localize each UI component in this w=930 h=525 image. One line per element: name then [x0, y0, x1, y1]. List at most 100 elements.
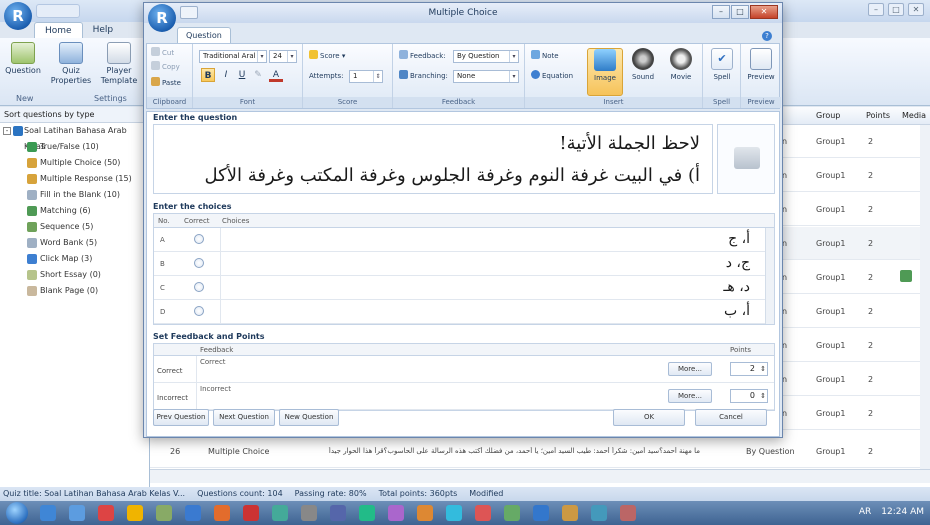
- spin-icon[interactable]: ⇕: [373, 71, 382, 82]
- minimize-icon[interactable]: –: [712, 5, 730, 19]
- more-button[interactable]: More...: [668, 389, 712, 403]
- help-icon[interactable]: ?: [762, 31, 772, 41]
- dialog-menu-button[interactable]: R: [148, 4, 176, 32]
- choice-text[interactable]: أ، ج: [728, 231, 750, 247]
- preview-button[interactable]: Preview: [743, 48, 779, 81]
- tree-item[interactable]: Matching (6): [0, 203, 149, 219]
- choices-scrollbar[interactable]: [765, 228, 774, 324]
- taskbar-app-icon[interactable]: [301, 505, 317, 521]
- choice-text[interactable]: أ، ب: [724, 303, 750, 319]
- taskbar-app-icon[interactable]: [591, 505, 607, 521]
- taskbar-app-icon[interactable]: [620, 505, 636, 521]
- minimize-icon[interactable]: –: [868, 3, 884, 16]
- feedback-text-field[interactable]: Incorrect: [200, 385, 231, 393]
- paste-button[interactable]: Paste: [151, 77, 181, 90]
- tree-item[interactable]: Fill in the Blank (10): [0, 187, 149, 203]
- dialog-save-icon[interactable]: [180, 6, 198, 19]
- taskbar-app-icon[interactable]: [388, 505, 404, 521]
- points-stepper[interactable]: 0 ⇕: [730, 389, 768, 403]
- table-row[interactable]: 26 Multiple Choice ما مهنة أحمد؟سيد أمين…: [150, 435, 930, 468]
- choice-row[interactable]: A أ، ج: [154, 228, 774, 252]
- choice-row[interactable]: B ج، د: [154, 252, 774, 276]
- insert-image-button[interactable]: Image: [587, 48, 623, 96]
- tab-home[interactable]: Home: [34, 22, 83, 39]
- cut-button[interactable]: Cut: [151, 47, 174, 60]
- app-menu-button[interactable]: R: [4, 2, 32, 30]
- tree-item[interactable]: Sequence (5): [0, 219, 149, 235]
- quiz-properties-button[interactable]: Quiz Properties: [48, 42, 94, 86]
- close-icon[interactable]: ✕: [908, 3, 924, 16]
- copy-button[interactable]: Copy: [151, 61, 180, 74]
- taskbar-app-icon[interactable]: [272, 505, 288, 521]
- tree-item[interactable]: Multiple Choice (50): [0, 155, 149, 171]
- taskbar-app-icon[interactable]: [562, 505, 578, 521]
- taskbar-app-icon[interactable]: [243, 505, 259, 521]
- ok-button[interactable]: OK: [613, 409, 685, 426]
- tree-item[interactable]: Word Bank (5): [0, 235, 149, 251]
- col-points[interactable]: Points: [866, 111, 890, 120]
- new-question-button[interactable]: Question: [0, 42, 46, 76]
- taskbar-app-icon[interactable]: [156, 505, 172, 521]
- tree-item[interactable]: Short Essay (0): [0, 267, 149, 283]
- branching-select[interactable]: None ▾: [453, 70, 519, 83]
- question-editor[interactable]: لاحظ الجملة الأتية! أ) في البيت غرفة الن…: [153, 124, 713, 194]
- correct-radio[interactable]: [194, 258, 204, 268]
- highlight-icon[interactable]: ✎: [251, 68, 265, 82]
- score-button[interactable]: Score ▾: [309, 50, 345, 63]
- taskbar-app-icon[interactable]: [359, 505, 375, 521]
- taskbar-app-icon[interactable]: [475, 505, 491, 521]
- attempts-stepper[interactable]: 1 ⇕: [349, 70, 383, 83]
- points-stepper[interactable]: 2 ⇕: [730, 362, 768, 376]
- maximize-icon[interactable]: □: [888, 3, 904, 16]
- font-size-select[interactable]: 24 ▾: [269, 50, 297, 63]
- font-family-select[interactable]: Traditional Aral ▾: [199, 50, 267, 63]
- choice-text[interactable]: د، هـ: [723, 279, 750, 295]
- grid-vertical-scrollbar[interactable]: [920, 125, 930, 469]
- more-button[interactable]: More...: [668, 362, 712, 376]
- player-template-button[interactable]: Player Template: [96, 42, 142, 86]
- choice-row[interactable]: C د، هـ: [154, 276, 774, 300]
- quick-access-toolbar[interactable]: [36, 4, 80, 18]
- grid-horizontal-scrollbar[interactable]: [150, 469, 930, 483]
- equation-button[interactable]: Equation: [531, 70, 573, 83]
- tree-root[interactable]: - Soal Latihan Bahasa Arab Kelas: [0, 123, 149, 151]
- clock[interactable]: 12:24 AM: [881, 507, 924, 517]
- col-group[interactable]: Group: [816, 111, 840, 120]
- spell-button[interactable]: ✔ Spell: [704, 48, 740, 81]
- media-placeholder[interactable]: [717, 124, 775, 194]
- taskbar-app-icon[interactable]: [504, 505, 520, 521]
- tree-item[interactable]: Multiple Response (15): [0, 171, 149, 187]
- tree-item[interactable]: Blank Page (0): [0, 283, 149, 299]
- insert-sound-button[interactable]: Sound: [625, 48, 661, 81]
- col-media[interactable]: Media: [902, 111, 926, 120]
- prev-question-button[interactable]: Prev Question: [153, 409, 209, 426]
- taskbar-app-icon[interactable]: [40, 505, 56, 521]
- spin-icon[interactable]: ⇕: [760, 363, 766, 375]
- italic-button[interactable]: I: [219, 68, 233, 82]
- insert-movie-button[interactable]: Movie: [663, 48, 699, 81]
- taskbar-app-icon[interactable]: [185, 505, 201, 521]
- tab-help[interactable]: Help: [83, 22, 124, 39]
- taskbar-app-icon[interactable]: [533, 505, 549, 521]
- start-button[interactable]: [6, 502, 28, 524]
- taskbar-app-icon[interactable]: [214, 505, 230, 521]
- choice-text[interactable]: ج، د: [726, 255, 750, 271]
- maximize-icon[interactable]: □: [731, 5, 749, 19]
- feedback-text-field[interactable]: Correct: [200, 358, 226, 366]
- taskbar-app-icon[interactable]: [98, 505, 114, 521]
- correct-radio[interactable]: [194, 306, 204, 316]
- correct-radio[interactable]: [194, 234, 204, 244]
- bold-button[interactable]: B: [201, 68, 215, 82]
- tree-item[interactable]: True/False (10): [0, 139, 149, 155]
- taskbar-app-icon[interactable]: [127, 505, 143, 521]
- next-question-button[interactable]: Next Question: [213, 409, 275, 426]
- feedback-select[interactable]: By Question ▾: [453, 50, 519, 63]
- font-color-icon[interactable]: A: [269, 68, 283, 82]
- taskbar-app-icon[interactable]: [446, 505, 462, 521]
- note-button[interactable]: Note: [531, 50, 559, 63]
- choice-row[interactable]: D أ، ب: [154, 300, 774, 324]
- underline-button[interactable]: U: [235, 68, 249, 82]
- new-question-button[interactable]: New Question: [279, 409, 339, 426]
- language-indicator[interactable]: AR: [859, 507, 871, 517]
- taskbar-app-icon[interactable]: [69, 505, 85, 521]
